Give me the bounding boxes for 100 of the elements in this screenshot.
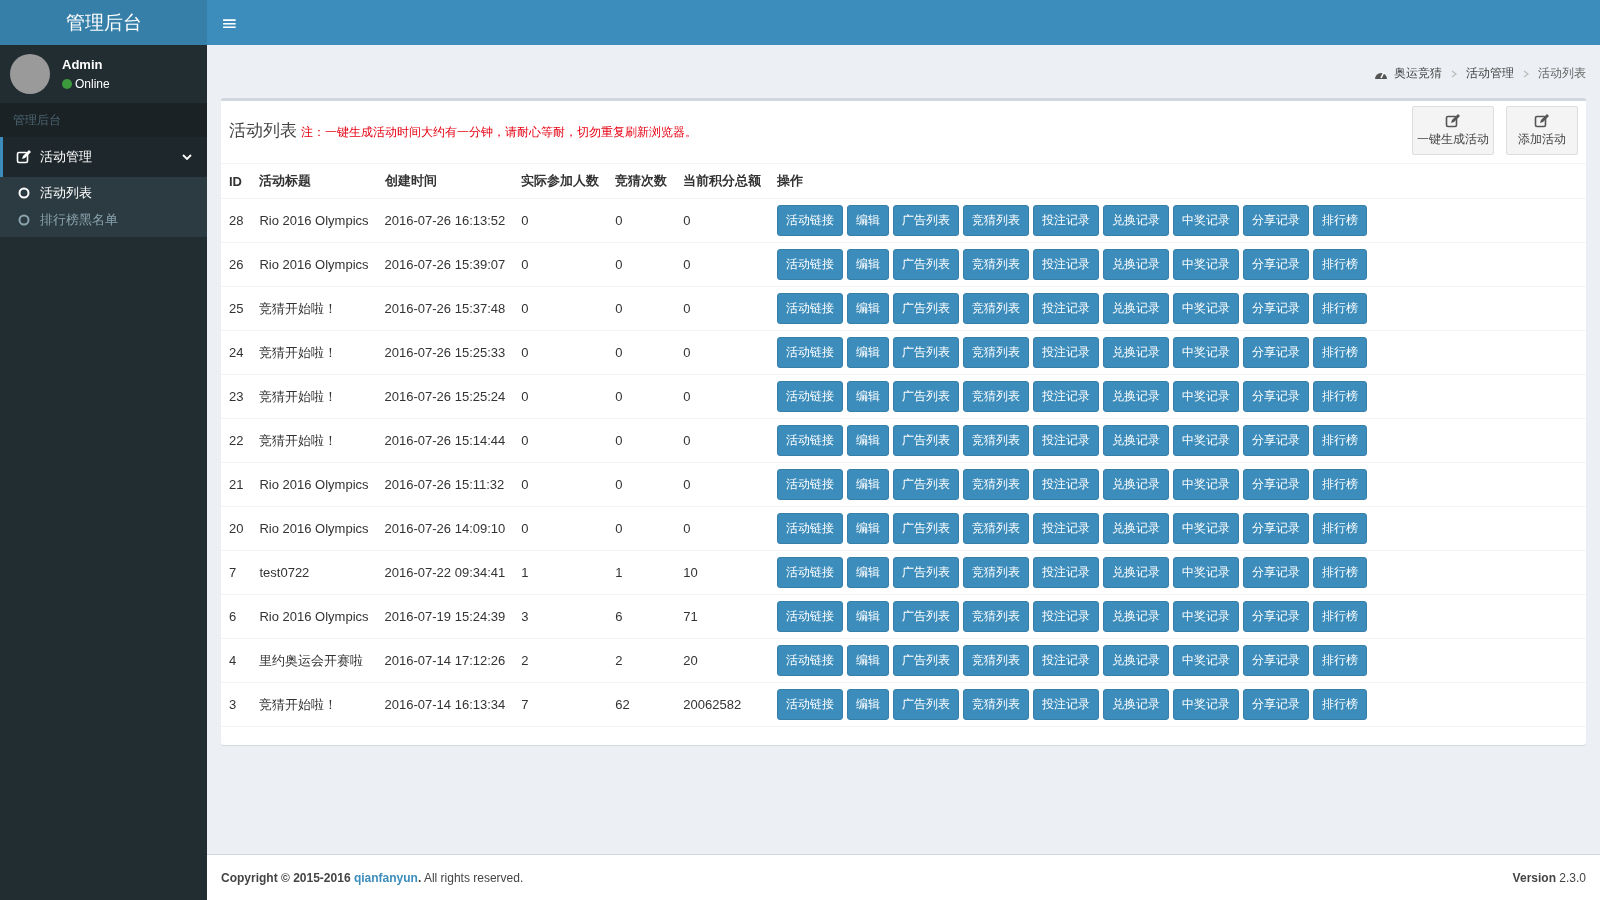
- action-button[interactable]: 排行榜: [1313, 557, 1368, 588]
- action-button[interactable]: 活动链接: [777, 645, 844, 676]
- action-button[interactable]: 投注记录: [1033, 557, 1100, 588]
- action-button[interactable]: 投注记录: [1033, 601, 1100, 632]
- action-button[interactable]: 兑换记录: [1103, 249, 1170, 280]
- action-button[interactable]: 广告列表: [893, 645, 960, 676]
- action-button[interactable]: 竞猜列表: [963, 249, 1030, 280]
- action-button[interactable]: 排行榜: [1313, 513, 1368, 544]
- action-button[interactable]: 排行榜: [1313, 205, 1368, 236]
- action-button[interactable]: 中奖记录: [1173, 337, 1240, 368]
- action-button[interactable]: 活动链接: [777, 293, 844, 324]
- action-button[interactable]: 广告列表: [893, 513, 960, 544]
- action-button[interactable]: 活动链接: [777, 557, 844, 588]
- action-button[interactable]: 竞猜列表: [963, 425, 1030, 456]
- action-button[interactable]: 分享记录: [1243, 469, 1310, 500]
- action-button[interactable]: 排行榜: [1313, 381, 1368, 412]
- submenu-item[interactable]: 活动列表: [0, 179, 207, 206]
- action-button[interactable]: 编辑: [847, 513, 890, 544]
- action-button[interactable]: 竞猜列表: [963, 645, 1030, 676]
- action-button[interactable]: 投注记录: [1033, 689, 1100, 720]
- action-button[interactable]: 活动链接: [777, 425, 844, 456]
- action-button[interactable]: 编辑: [847, 249, 890, 280]
- action-button[interactable]: 投注记录: [1033, 513, 1100, 544]
- action-button[interactable]: 广告列表: [893, 601, 960, 632]
- action-button[interactable]: 编辑: [847, 337, 890, 368]
- breadcrumb-link[interactable]: 奥运竞猜: [1394, 65, 1442, 82]
- action-button[interactable]: 兑换记录: [1103, 337, 1170, 368]
- action-button[interactable]: 中奖记录: [1173, 601, 1240, 632]
- action-button[interactable]: 兑换记录: [1103, 557, 1170, 588]
- action-button[interactable]: 投注记录: [1033, 381, 1100, 412]
- action-button[interactable]: 分享记录: [1243, 513, 1310, 544]
- action-button[interactable]: 活动链接: [777, 337, 844, 368]
- action-button[interactable]: 中奖记录: [1173, 381, 1240, 412]
- action-button[interactable]: 兑换记录: [1103, 293, 1170, 324]
- action-button[interactable]: 分享记录: [1243, 249, 1310, 280]
- action-button[interactable]: 广告列表: [893, 425, 960, 456]
- action-button[interactable]: 中奖记录: [1173, 513, 1240, 544]
- action-button[interactable]: 中奖记录: [1173, 249, 1240, 280]
- action-button[interactable]: 竞猜列表: [963, 513, 1030, 544]
- action-button[interactable]: 分享记录: [1243, 381, 1310, 412]
- action-button[interactable]: 广告列表: [893, 689, 960, 720]
- action-button[interactable]: 投注记录: [1033, 205, 1100, 236]
- action-button[interactable]: 编辑: [847, 601, 890, 632]
- footer-link[interactable]: qianfanyun: [353, 870, 418, 885]
- action-button[interactable]: 中奖记录: [1173, 645, 1240, 676]
- action-button[interactable]: 竞猜列表: [963, 205, 1030, 236]
- action-button[interactable]: 分享记录: [1243, 689, 1310, 720]
- action-button[interactable]: 中奖记录: [1173, 689, 1240, 720]
- action-button[interactable]: 投注记录: [1033, 469, 1100, 500]
- action-button[interactable]: 活动链接: [777, 601, 844, 632]
- action-button[interactable]: 排行榜: [1313, 469, 1368, 500]
- action-button[interactable]: 排行榜: [1313, 645, 1368, 676]
- action-button[interactable]: 分享记录: [1243, 425, 1310, 456]
- action-button[interactable]: 编辑: [847, 293, 890, 324]
- action-button[interactable]: 广告列表: [893, 205, 960, 236]
- action-button[interactable]: 投注记录: [1033, 249, 1100, 280]
- menu-toggle-button[interactable]: ≡: [207, 0, 252, 45]
- action-button[interactable]: 编辑: [847, 557, 890, 588]
- action-button[interactable]: 兑换记录: [1103, 689, 1170, 720]
- action-button[interactable]: 排行榜: [1313, 601, 1368, 632]
- tool-button[interactable]: 一键生成活动: [1412, 106, 1494, 155]
- action-button[interactable]: 编辑: [847, 381, 890, 412]
- action-button[interactable]: 兑换记录: [1103, 645, 1170, 676]
- action-button[interactable]: 中奖记录: [1173, 205, 1240, 236]
- action-button[interactable]: 编辑: [847, 689, 890, 720]
- action-button[interactable]: 排行榜: [1313, 425, 1368, 456]
- action-button[interactable]: 兑换记录: [1103, 425, 1170, 456]
- action-button[interactable]: 投注记录: [1033, 337, 1100, 368]
- action-button[interactable]: 活动链接: [777, 381, 844, 412]
- action-button[interactable]: 竞猜列表: [963, 337, 1030, 368]
- action-button[interactable]: 兑换记录: [1103, 601, 1170, 632]
- action-button[interactable]: 编辑: [847, 469, 890, 500]
- action-button[interactable]: 投注记录: [1033, 645, 1100, 676]
- action-button[interactable]: 分享记录: [1243, 337, 1310, 368]
- action-button[interactable]: 广告列表: [893, 469, 960, 500]
- action-button[interactable]: 广告列表: [893, 337, 960, 368]
- action-button[interactable]: 编辑: [847, 645, 890, 676]
- tool-button[interactable]: 添加活动: [1506, 106, 1578, 155]
- action-button[interactable]: 兑换记录: [1103, 513, 1170, 544]
- action-button[interactable]: 广告列表: [893, 293, 960, 324]
- action-button[interactable]: 活动链接: [777, 469, 844, 500]
- action-button[interactable]: 分享记录: [1243, 601, 1310, 632]
- action-button[interactable]: 广告列表: [893, 381, 960, 412]
- action-button[interactable]: 广告列表: [893, 557, 960, 588]
- action-button[interactable]: 投注记录: [1033, 293, 1100, 324]
- action-button[interactable]: 活动链接: [777, 689, 844, 720]
- action-button[interactable]: 分享记录: [1243, 205, 1310, 236]
- action-button[interactable]: 分享记录: [1243, 557, 1310, 588]
- action-button[interactable]: 排行榜: [1313, 337, 1368, 368]
- action-button[interactable]: 排行榜: [1313, 689, 1368, 720]
- action-button[interactable]: 编辑: [847, 425, 890, 456]
- action-button[interactable]: 分享记录: [1243, 293, 1310, 324]
- breadcrumb-link[interactable]: 活动管理: [1466, 65, 1514, 82]
- action-button[interactable]: 中奖记录: [1173, 293, 1240, 324]
- action-button[interactable]: 竞猜列表: [963, 293, 1030, 324]
- action-button[interactable]: 排行榜: [1313, 293, 1368, 324]
- action-button[interactable]: 竞猜列表: [963, 601, 1030, 632]
- action-button[interactable]: 中奖记录: [1173, 469, 1240, 500]
- action-button[interactable]: 投注记录: [1033, 425, 1100, 456]
- action-button[interactable]: 活动链接: [777, 205, 844, 236]
